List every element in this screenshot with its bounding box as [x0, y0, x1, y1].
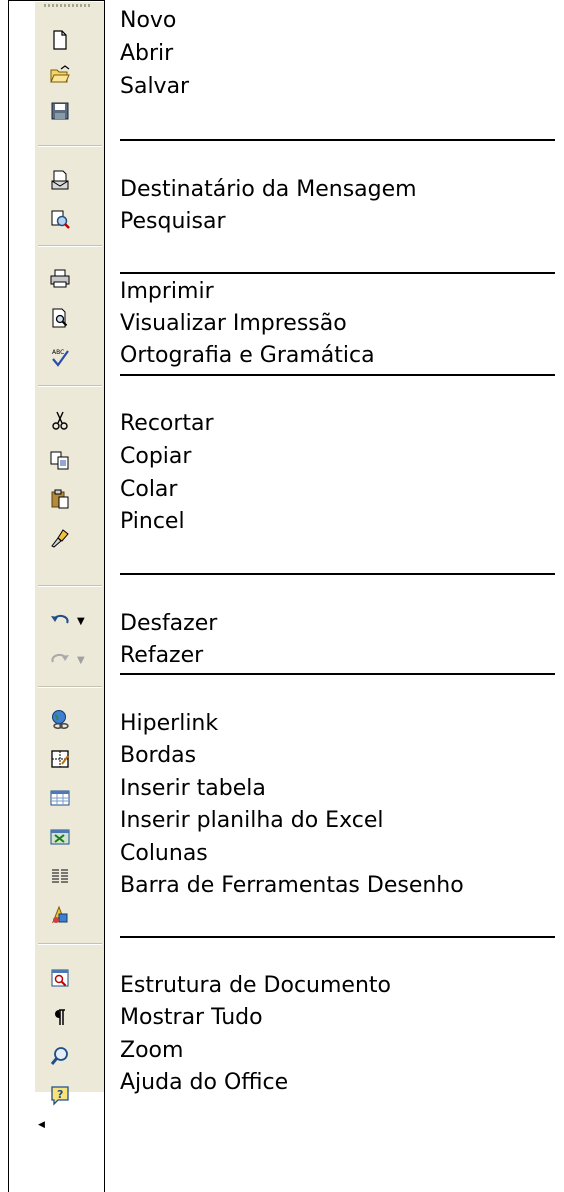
toolbar-separator — [38, 585, 102, 587]
pilcrow-icon — [55, 1009, 65, 1025]
toolbar-grip[interactable] — [44, 4, 92, 7]
print-preview-icon — [52, 308, 68, 328]
divider-line — [120, 139, 555, 141]
paste-button[interactable] — [40, 482, 80, 516]
divider-line — [120, 272, 555, 274]
spelling-check-icon: ABC — [52, 349, 69, 367]
divider-line — [120, 936, 555, 938]
label-barra-desenho: Barra de Ferramentas Desenho — [120, 873, 464, 898]
save-disk-icon — [51, 102, 69, 120]
divider-line — [120, 374, 555, 376]
redo-icon — [51, 653, 69, 663]
print-preview-button[interactable] — [40, 301, 80, 335]
insert-table-button[interactable] — [40, 781, 80, 815]
toolbar-overflow-arrow-icon[interactable]: ◀ — [38, 1120, 45, 1130]
label-refazer: Refazer — [120, 643, 204, 668]
document-map-button[interactable] — [40, 961, 80, 995]
borders-button[interactable] — [40, 742, 80, 776]
label-salvar: Salvar — [120, 74, 190, 99]
label-desfazer: Desfazer — [120, 611, 218, 636]
frame-top-line — [8, 0, 105, 1]
drawing-toolbar-button[interactable] — [40, 898, 80, 932]
label-zoom: Zoom — [120, 1038, 184, 1063]
insert-table-icon — [50, 790, 70, 806]
borders-icon — [51, 750, 69, 768]
label-visualizar: Visualizar Impressão — [120, 311, 347, 336]
hyperlink-button[interactable] — [40, 703, 80, 737]
frame-left-line — [8, 0, 9, 1192]
toolbar-separator — [38, 145, 102, 147]
show-all-button[interactable] — [40, 1000, 80, 1034]
undo-icon — [51, 614, 69, 624]
help-icon: ? — [51, 1086, 69, 1106]
toolbar-separator — [38, 943, 102, 945]
mail-recipient-icon — [51, 170, 69, 190]
undo-dropdown-arrow-icon[interactable]: ▼ — [77, 616, 85, 627]
insert-excel-sheet-icon — [50, 829, 70, 845]
frame-middle-line — [104, 0, 105, 1192]
drawing-toolbar-icon — [51, 905, 68, 924]
new-button[interactable] — [40, 23, 80, 57]
label-pincel: Pincel — [120, 509, 185, 534]
label-destinatario: Destinatário da Mensagem — [120, 177, 417, 202]
open-button[interactable] — [40, 58, 80, 92]
columns-button[interactable] — [40, 859, 80, 893]
label-colar: Colar — [120, 477, 178, 502]
help-button[interactable]: ? — [40, 1078, 80, 1112]
redo-button[interactable]: ▼ — [40, 643, 96, 677]
label-colunas: Colunas — [120, 841, 208, 866]
spelling-button[interactable]: ABC — [40, 340, 80, 374]
print-button[interactable] — [40, 262, 80, 296]
insert-excel-button[interactable] — [40, 820, 80, 854]
toolbar-separator — [38, 245, 102, 247]
redo-dropdown-arrow-icon[interactable]: ▼ — [77, 655, 85, 666]
label-estrutura: Estrutura de Documento — [120, 973, 391, 998]
format-painter-icon — [51, 529, 69, 548]
open-folder-icon — [50, 65, 70, 83]
copy-icon — [50, 451, 69, 470]
document-map-icon — [51, 969, 69, 987]
undo-button[interactable]: ▼ — [40, 604, 96, 638]
save-button[interactable] — [40, 94, 80, 128]
label-ortografia: Ortografia e Gramática — [120, 343, 375, 368]
search-button[interactable] — [40, 202, 80, 236]
label-novo: Novo — [120, 8, 177, 33]
cut-button[interactable] — [40, 404, 80, 438]
label-inserir-planilha: Inserir planilha do Excel — [120, 808, 384, 833]
svg-text:ABC: ABC — [52, 349, 64, 356]
format-painter-button[interactable] — [40, 521, 80, 555]
label-inserir-tabela: Inserir tabela — [120, 776, 266, 801]
label-ajuda: Ajuda do Office — [120, 1070, 289, 1095]
label-pesquisar: Pesquisar — [120, 209, 226, 234]
zoom-button[interactable] — [40, 1039, 80, 1073]
divider-line — [120, 573, 555, 575]
label-hiperlink: Hiperlink — [120, 711, 219, 736]
svg-text:?: ? — [57, 1088, 63, 1101]
hyperlink-globe-icon — [52, 710, 69, 729]
label-recortar: Recortar — [120, 411, 214, 436]
label-abrir: Abrir — [120, 41, 174, 66]
label-imprimir: Imprimir — [120, 279, 214, 304]
label-bordas: Bordas — [120, 743, 197, 768]
printer-icon — [50, 269, 70, 288]
toolbar-separator — [38, 686, 102, 688]
magnifier-icon — [50, 1047, 68, 1065]
toolbar-separator — [38, 385, 102, 387]
search-document-icon — [51, 210, 70, 229]
new-document-icon — [53, 30, 67, 50]
copy-button[interactable] — [40, 443, 80, 477]
mail-recipient-button[interactable] — [40, 163, 80, 197]
columns-icon — [52, 869, 68, 883]
label-mostrar-tudo: Mostrar Tudo — [120, 1005, 263, 1030]
label-copiar: Copiar — [120, 444, 192, 469]
divider-line — [120, 673, 555, 675]
paste-icon — [51, 489, 69, 509]
scissors-icon — [52, 411, 68, 430]
